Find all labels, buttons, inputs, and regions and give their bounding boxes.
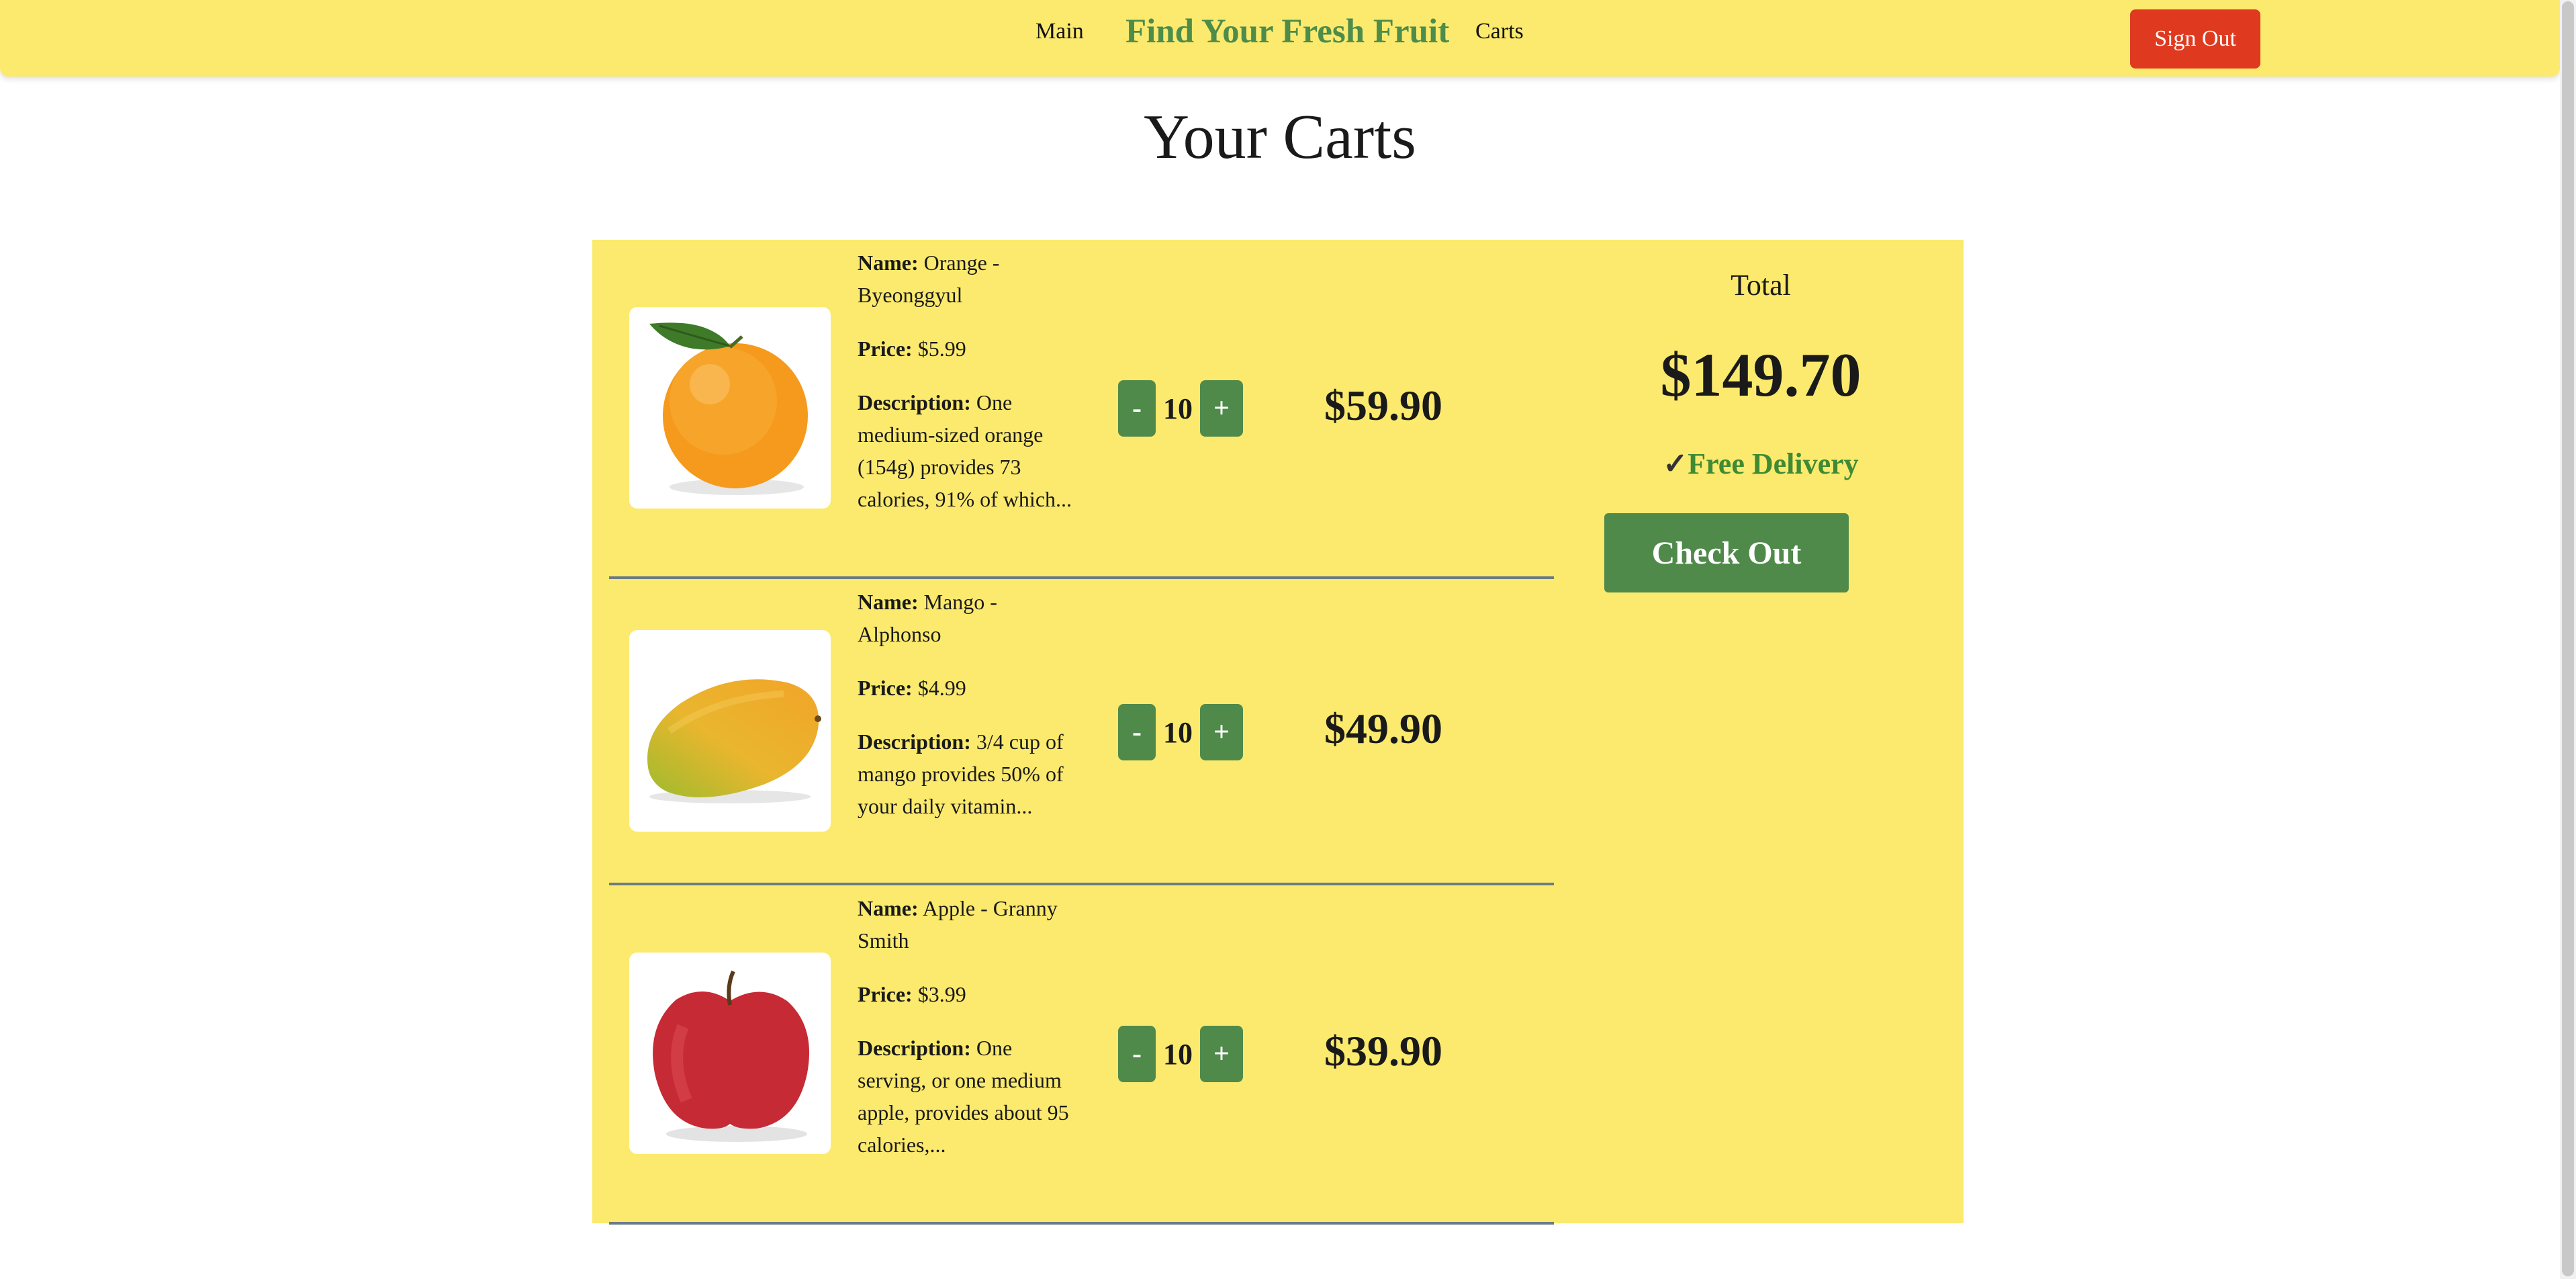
description-label: Description: [858,730,971,754]
brand-title[interactable]: Find Your Fresh Fruit [1125,12,1449,51]
order-summary: Total $149.70 ✓Free Delivery [1559,240,1962,710]
navbar: Main Find Your Fresh Fruit Carts Sign Ou… [0,0,2560,77]
scrollbar-thumb[interactable] [2562,1,2574,1276]
name-label: Name: [858,251,919,275]
quantity-value: 10 [1163,392,1193,425]
nav-carts-link[interactable]: Carts [1475,19,1524,44]
price-label: Price: [858,337,913,361]
cart-panel: Name: Orange - Byeonggyul Price: $5.99 D… [592,240,1964,1225]
cart-item: Name: Apple - Granny Smith Price: $3.99 … [609,885,1554,1225]
description-label: Description: [858,1036,971,1060]
total-value: $149.70 [1660,341,1861,409]
item-info: Name: Orange - Byeonggyul Price: $5.99 D… [858,247,1072,537]
cart-item: Name: Orange - Byeonggyul Price: $5.99 D… [609,240,1554,579]
line-total: $49.90 [1324,705,1442,752]
mango-image [629,630,831,832]
quantity-value: 10 [1163,715,1193,749]
quantity-stepper: - 10 + [1118,704,1243,760]
name-label: Name: [858,590,919,614]
apple-image [629,953,831,1154]
price-label: Price: [858,982,913,1006]
item-price: $3.99 [917,982,966,1006]
decrease-quantity-button[interactable]: - [1118,704,1156,760]
check-icon: ✓ [1663,447,1688,480]
vertical-scrollbar[interactable] [2560,0,2576,1279]
page-title: Your Carts [1144,102,1416,172]
name-label: Name: [858,896,919,920]
quantity-stepper: - 10 + [1118,1026,1243,1082]
increase-quantity-button[interactable]: + [1200,380,1243,437]
item-info: Name: Mango - Alphonso Price: $4.99 Desc… [858,586,1072,844]
decrease-quantity-button[interactable]: - [1118,380,1156,437]
free-delivery-label: Free Delivery [1688,447,1859,480]
line-total: $59.90 [1324,382,1442,429]
quantity-stepper: - 10 + [1118,380,1243,437]
decrease-quantity-button[interactable]: - [1118,1026,1156,1082]
sign-out-button[interactable]: Sign Out [2130,9,2260,69]
nav-main-link[interactable]: Main [1036,19,1084,44]
item-info: Name: Apple - Granny Smith Price: $3.99 … [858,892,1072,1182]
price-label: Price: [858,676,913,700]
orange-image [629,307,831,509]
cart-item: Name: Mango - Alphonso Price: $4.99 Desc… [609,579,1554,885]
quantity-value: 10 [1163,1037,1193,1071]
description-label: Description: [858,390,971,414]
item-price: $4.99 [917,676,966,700]
increase-quantity-button[interactable]: + [1200,704,1243,760]
free-delivery: ✓Free Delivery [1559,447,1962,481]
item-price: $5.99 [917,337,966,361]
increase-quantity-button[interactable]: + [1200,1026,1243,1082]
total-label: Total [1731,269,1791,302]
check-out-button[interactable]: Check Out [1604,513,1849,592]
line-total: $39.90 [1324,1027,1442,1075]
